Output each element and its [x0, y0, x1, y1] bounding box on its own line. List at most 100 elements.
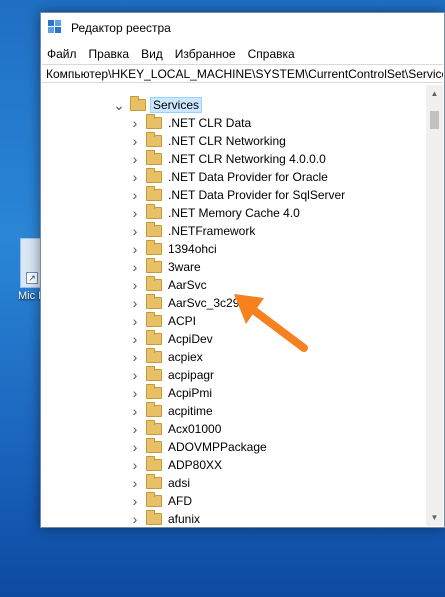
tree-item[interactable]: › 1394ohci: [128, 240, 219, 258]
folder-icon: [130, 96, 146, 111]
address-bar[interactable]: Компьютер\HKEY_LOCAL_MACHINE\SYSTEM\Curr…: [42, 64, 443, 83]
tree-item[interactable]: › adsi: [128, 474, 192, 492]
tree-item[interactable]: › acpiex: [128, 348, 205, 366]
folder-icon: [146, 294, 162, 309]
folder-icon: [146, 510, 162, 525]
menu-file[interactable]: Файл: [47, 47, 83, 61]
chevron-right-icon[interactable]: ›: [128, 438, 142, 456]
title-bar[interactable]: Редактор реестра: [41, 13, 444, 43]
menu-favorites[interactable]: Избранное: [175, 47, 242, 61]
tree-item-label: AcpiDev: [168, 332, 213, 346]
tree-item[interactable]: › ACPI: [128, 312, 198, 330]
tree-item-label: AarSvc: [168, 278, 207, 292]
tree-item-label: 3ware: [168, 260, 201, 274]
tree-item[interactable]: › Acx01000: [128, 420, 223, 438]
folder-icon: [146, 348, 162, 363]
chevron-right-icon[interactable]: ›: [128, 186, 142, 204]
tree-item-label: ADOVMPPackage: [168, 440, 267, 454]
tree-item-label: adsi: [168, 476, 191, 490]
tree-item[interactable]: › .NET CLR Networking: [128, 132, 288, 150]
tree-item-label: .NETFramework: [168, 224, 256, 238]
menu-view[interactable]: Вид: [141, 47, 169, 61]
chevron-right-icon[interactable]: ›: [128, 420, 142, 438]
tree-item-label: .NET Memory Cache 4.0: [168, 206, 300, 220]
chevron-right-icon[interactable]: ›: [128, 510, 142, 526]
tree-item[interactable]: › .NET Data Provider for SqlServer: [128, 186, 347, 204]
tree-item-label: Services: [150, 97, 203, 113]
tree-item[interactable]: › .NET Memory Cache 4.0: [128, 204, 302, 222]
tree-item[interactable]: › .NETFramework: [128, 222, 257, 240]
tree-item[interactable]: › acpitime: [128, 402, 215, 420]
chevron-right-icon[interactable]: ›: [128, 258, 142, 276]
address-path: Компьютер\HKEY_LOCAL_MACHINE\SYSTEM\Curr…: [46, 66, 443, 81]
chevron-right-icon[interactable]: ›: [128, 168, 142, 186]
chevron-right-icon[interactable]: ›: [128, 114, 142, 132]
menu-edit[interactable]: Правка: [89, 47, 136, 61]
folder-icon: [146, 204, 162, 219]
folder-icon: [146, 330, 162, 345]
tree-item-label: afunix: [168, 512, 201, 526]
chevron-right-icon[interactable]: ›: [128, 384, 142, 402]
registry-editor-window: Редактор реестра Файл Правка Вид Избранн…: [40, 12, 445, 528]
chevron-right-icon[interactable]: ›: [128, 204, 142, 222]
chevron-right-icon[interactable]: ›: [128, 456, 142, 474]
chevron-right-icon[interactable]: ›: [128, 330, 142, 348]
chevron-right-icon[interactable]: ›: [128, 240, 142, 258]
tree-item[interactable]: › .NET CLR Networking 4.0.0.0: [128, 150, 328, 168]
tree-item-label: AFD: [168, 494, 192, 508]
folder-icon: [146, 384, 162, 399]
chevron-right-icon[interactable]: ›: [128, 348, 142, 366]
chevron-right-icon[interactable]: ›: [128, 132, 142, 150]
folder-icon: [146, 150, 162, 165]
folder-icon: [146, 366, 162, 381]
tree-item[interactable]: › 3ware: [128, 258, 203, 276]
tree-item-label: 1394ohci: [168, 242, 217, 256]
tree-item-label: Acx01000: [168, 422, 222, 436]
menu-help[interactable]: Справка: [248, 47, 301, 61]
tree-item[interactable]: › .NET Data Provider for Oracle: [128, 168, 330, 186]
chevron-right-icon[interactable]: ›: [128, 474, 142, 492]
tree-item[interactable]: › acpipagr: [128, 366, 216, 384]
tree-item-label: acpipagr: [168, 368, 215, 382]
chevron-right-icon[interactable]: ›: [128, 222, 142, 240]
tree-item-label: .NET Data Provider for Oracle: [168, 170, 328, 184]
tree-item[interactable]: › .NET CLR Data: [128, 114, 253, 132]
tree-item-label: ADP80XX: [168, 458, 223, 472]
chevron-right-icon[interactable]: ›: [128, 366, 142, 384]
folder-icon: [146, 438, 162, 453]
tree-item-services[interactable]: ⌄ Services: [112, 96, 203, 114]
folder-icon: [146, 186, 162, 201]
folder-icon: [146, 132, 162, 147]
vertical-scrollbar[interactable]: ▲ ▼: [426, 85, 443, 526]
tree-item[interactable]: › afunix: [128, 510, 202, 526]
chevron-right-icon[interactable]: ›: [128, 294, 142, 312]
folder-icon: [146, 312, 162, 327]
chevron-right-icon[interactable]: ›: [128, 312, 142, 330]
scroll-down-icon[interactable]: ▼: [426, 509, 443, 526]
tree-item-label: .NET CLR Networking: [168, 134, 286, 148]
tree-item[interactable]: › AcpiPmi: [128, 384, 214, 402]
menu-bar: Файл Правка Вид Избранное Справка: [41, 43, 444, 64]
tree-item[interactable]: › ADOVMPPackage: [128, 438, 269, 456]
scrollbar-thumb[interactable]: [430, 111, 439, 129]
tree-item[interactable]: › AFD: [128, 492, 194, 510]
chevron-right-icon[interactable]: ›: [128, 150, 142, 168]
folder-icon: [146, 114, 162, 129]
chevron-down-icon[interactable]: ⌄: [112, 96, 126, 114]
folder-icon: [146, 276, 162, 291]
chevron-right-icon[interactable]: ›: [128, 402, 142, 420]
folder-icon: [146, 222, 162, 237]
regedit-app-icon: [48, 20, 64, 36]
window-title: Редактор реестра: [71, 21, 171, 35]
tree-item-label: .NET CLR Networking 4.0.0.0: [168, 152, 326, 166]
tree-item-label: .NET Data Provider for SqlServer: [168, 188, 346, 202]
tree-item[interactable]: › ADP80XX: [128, 456, 224, 474]
tree-item[interactable]: › AarSvc: [128, 276, 209, 294]
scroll-up-icon[interactable]: ▲: [426, 85, 443, 102]
tree-item[interactable]: › AcpiDev: [128, 330, 215, 348]
chevron-right-icon[interactable]: ›: [128, 492, 142, 510]
folder-icon: [146, 492, 162, 507]
folder-icon: [146, 240, 162, 255]
chevron-right-icon[interactable]: ›: [128, 276, 142, 294]
folder-icon: [146, 258, 162, 273]
